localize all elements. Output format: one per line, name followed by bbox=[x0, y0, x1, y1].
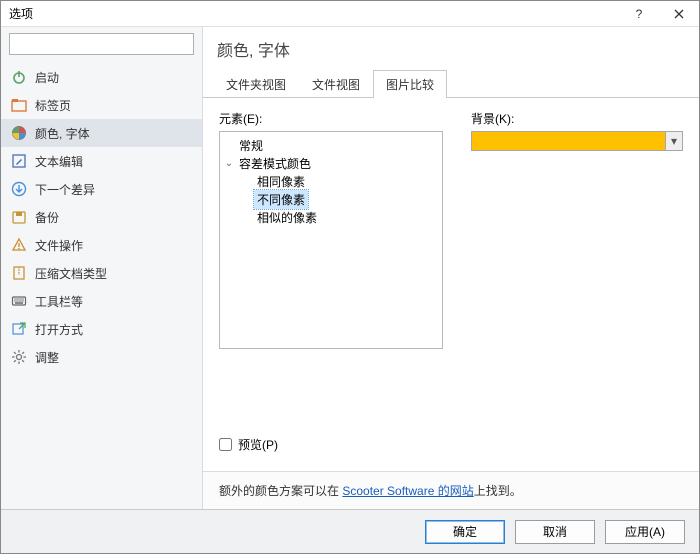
sidebar-item-tabs[interactable]: 标签页 bbox=[1, 91, 202, 119]
sidebar-item-next-diff[interactable]: 下一个差异 bbox=[1, 175, 202, 203]
search-input[interactable] bbox=[9, 33, 194, 55]
collapse-icon[interactable]: ⌄ bbox=[222, 158, 236, 169]
window-title: 选项 bbox=[9, 5, 619, 22]
scooter-link[interactable]: Scooter Software 的网站 bbox=[342, 484, 473, 498]
sidebar-item-archive-types[interactable]: 压缩文档类型 bbox=[1, 259, 202, 287]
apply-button[interactable]: 应用(A) bbox=[605, 520, 685, 544]
close-button[interactable] bbox=[659, 1, 699, 27]
gear-icon bbox=[11, 349, 27, 365]
alert-icon bbox=[11, 237, 27, 253]
preview-label: 预览(P) bbox=[238, 436, 278, 453]
pencil-icon bbox=[11, 153, 27, 169]
tab-bar: 文件夹视图 文件视图 图片比较 bbox=[203, 69, 699, 98]
background-label: 背景(K): bbox=[471, 110, 683, 127]
sidebar-item-label: 压缩文档类型 bbox=[35, 265, 107, 282]
sidebar-item-label: 标签页 bbox=[35, 97, 71, 114]
sidebar-item-tweaks[interactable]: 调整 bbox=[1, 343, 202, 371]
sidebar-item-file-ops[interactable]: 文件操作 bbox=[1, 231, 202, 259]
tree-node-different-pixels[interactable]: 不同像素 bbox=[222, 190, 440, 208]
tree-node-general[interactable]: 常规 bbox=[222, 136, 440, 154]
sidebar-item-label: 打开方式 bbox=[35, 321, 83, 338]
preview-checkbox[interactable] bbox=[219, 438, 232, 451]
nav-list: 启动 标签页 颜色, 字体 文本编辑 下一个差异 备份 bbox=[1, 63, 202, 509]
elements-tree[interactable]: 常规 ⌄容差模式颜色 相同像素 不同像素 相似的像素 bbox=[219, 131, 443, 349]
background-color-dropdown[interactable]: ▾ bbox=[665, 131, 683, 151]
zip-icon bbox=[11, 265, 27, 281]
tab-folder-view[interactable]: 文件夹视图 bbox=[213, 70, 299, 98]
content-pane: 颜色, 字体 文件夹视图 文件视图 图片比较 元素(E): 常规 ⌄容差模式颜色… bbox=[203, 27, 699, 509]
sidebar-item-text-edit[interactable]: 文本编辑 bbox=[1, 147, 202, 175]
background-color-swatch[interactable] bbox=[471, 131, 665, 151]
page-title: 颜色, 字体 bbox=[203, 27, 699, 69]
arrow-down-icon bbox=[11, 181, 27, 197]
tree-node-tolerance-colors[interactable]: ⌄容差模式颜色 bbox=[222, 154, 440, 172]
tab-file-view[interactable]: 文件视图 bbox=[299, 70, 373, 98]
sidebar-item-label: 启动 bbox=[35, 69, 59, 86]
tree-node-same-pixels[interactable]: 相同像素 bbox=[222, 172, 440, 190]
help-button[interactable]: ? bbox=[619, 1, 659, 27]
sidebar-item-toolbars[interactable]: 工具栏等 bbox=[1, 287, 202, 315]
sidebar-item-label: 下一个差异 bbox=[35, 181, 95, 198]
sidebar-item-startup[interactable]: 启动 bbox=[1, 63, 202, 91]
button-bar: 确定 取消 应用(A) bbox=[1, 509, 699, 553]
sidebar-item-open-with[interactable]: 打开方式 bbox=[1, 315, 202, 343]
tab-icon bbox=[11, 97, 27, 113]
titlebar: 选项 ? bbox=[1, 1, 699, 27]
sidebar: 启动 标签页 颜色, 字体 文本编辑 下一个差异 备份 bbox=[1, 27, 203, 509]
open-with-icon bbox=[11, 321, 27, 337]
footnote: 额外的颜色方案可以在 Scooter Software 的网站上找到。 bbox=[203, 471, 699, 509]
backup-icon bbox=[11, 209, 27, 225]
sidebar-item-label: 工具栏等 bbox=[35, 293, 83, 310]
sidebar-item-label: 调整 bbox=[35, 349, 59, 366]
power-icon bbox=[11, 69, 27, 85]
sidebar-item-label: 文本编辑 bbox=[35, 153, 83, 170]
ok-button[interactable]: 确定 bbox=[425, 520, 505, 544]
palette-icon bbox=[11, 125, 27, 141]
sidebar-item-label: 颜色, 字体 bbox=[35, 125, 90, 142]
sidebar-item-colors-fonts[interactable]: 颜色, 字体 bbox=[1, 119, 202, 147]
sidebar-item-backup[interactable]: 备份 bbox=[1, 203, 202, 231]
sidebar-item-label: 文件操作 bbox=[35, 237, 83, 254]
keyboard-icon bbox=[11, 293, 27, 309]
cancel-button[interactable]: 取消 bbox=[515, 520, 595, 544]
elements-label: 元素(E): bbox=[219, 110, 443, 127]
tab-image-compare[interactable]: 图片比较 bbox=[373, 70, 447, 98]
tree-node-similar-pixels[interactable]: 相似的像素 bbox=[222, 208, 440, 226]
sidebar-item-label: 备份 bbox=[35, 209, 59, 226]
close-icon bbox=[674, 9, 684, 19]
chevron-down-icon: ▾ bbox=[671, 134, 677, 148]
